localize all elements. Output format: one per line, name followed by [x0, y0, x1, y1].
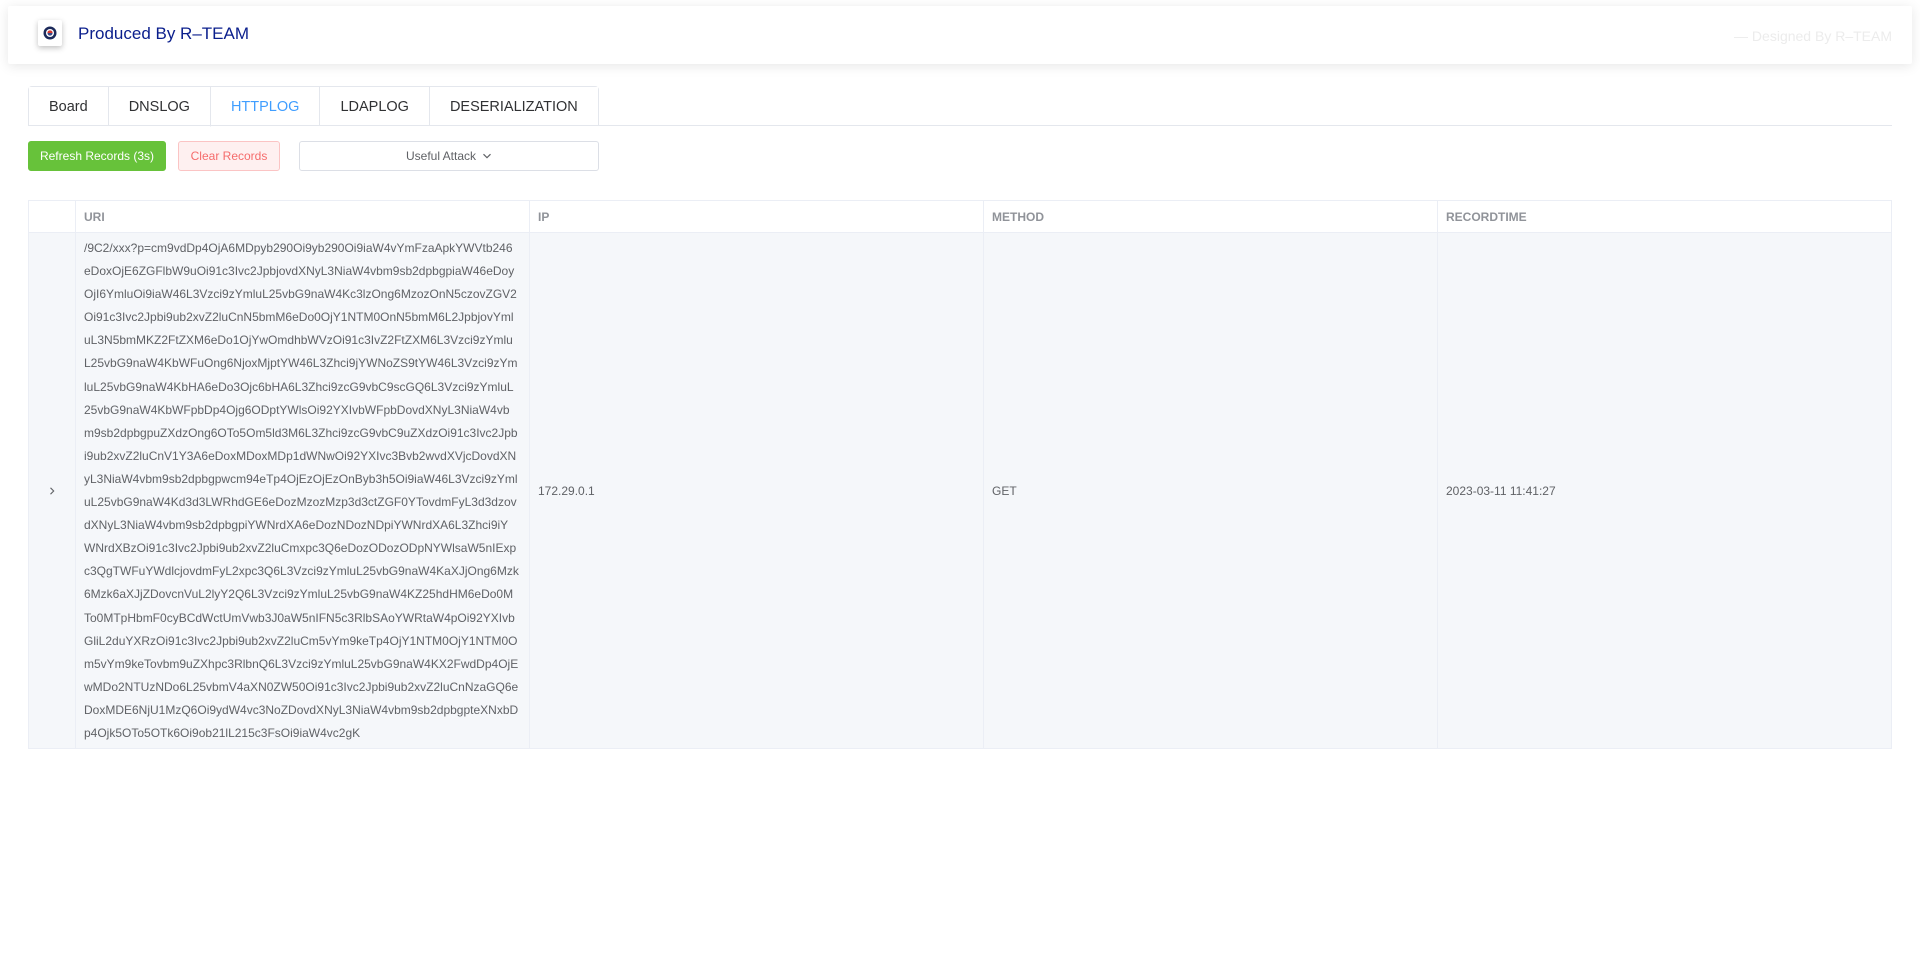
column-header-method: METHOD	[984, 201, 1438, 232]
tab-dnslog[interactable]: DNSLOG	[107, 87, 210, 126]
chevron-down-icon	[483, 153, 491, 159]
column-header-expand	[29, 201, 76, 232]
tab-board[interactable]: Board	[29, 87, 108, 126]
tab-ldaplog[interactable]: LDAPLOG	[319, 87, 429, 126]
tab-deserialization[interactable]: DESERIALIZATION	[428, 87, 598, 126]
cell-uri: /9C2/xxx?p=cm9vdDp4OjA6MDpyb290Oi9yb290O…	[76, 233, 530, 748]
chevron-right-icon	[50, 486, 55, 495]
useful-attack-dropdown[interactable]: Useful Attack	[299, 141, 599, 171]
cell-ip: 172.29.0.1	[530, 233, 984, 748]
column-header-recordtime: RECORDTIME	[1446, 209, 1527, 224]
table-header: URI IP METHOD RECORDTIME	[29, 201, 1891, 233]
useful-attack-label: Useful Attack	[405, 149, 477, 163]
logo-icon	[43, 26, 57, 40]
logo	[38, 20, 62, 46]
refresh-records-button[interactable]: Refresh Records (3s)	[28, 141, 166, 171]
tab-httplog[interactable]: HTTPLOG	[209, 87, 320, 127]
designed-by-text: — Designed By R–TEAM	[1734, 28, 1892, 44]
cell-recordtime: 2023-03-11 11:41:27	[1446, 483, 1556, 498]
row-expand-toggle[interactable]	[29, 233, 76, 748]
column-header-ip: IP	[530, 201, 984, 232]
clear-records-button[interactable]: Clear Records	[178, 141, 280, 171]
cell-method: GET	[984, 233, 1438, 748]
table-row[interactable]: /9C2/xxx?p=cm9vdDp4OjA6MDpyb290Oi9yb290O…	[29, 233, 1891, 748]
tab-bar: Board DNSLOG HTTPLOG LDAPLOG DESERIALIZA…	[28, 86, 599, 127]
brand-title: Produced By R–TEAM	[78, 24, 250, 43]
top-header: Produced By R–TEAM — Designed By R–TEAM	[8, 6, 1912, 64]
column-header-uri: URI	[76, 201, 530, 232]
http-records-table: URI IP METHOD RECORDTIME /9C2/xxx?p=cm9v…	[28, 200, 1892, 749]
tab-bar-divider	[28, 125, 1892, 126]
